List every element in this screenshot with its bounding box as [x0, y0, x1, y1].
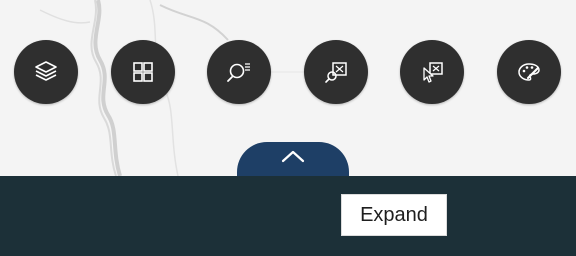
expand-tooltip: Expand — [341, 194, 447, 236]
chevron-up-icon — [281, 150, 305, 163]
select-cursor-icon — [423, 62, 443, 83]
search-button[interactable] — [207, 40, 271, 104]
query-map-button[interactable] — [304, 40, 368, 104]
palette-icon — [518, 63, 540, 81]
tooltip-text: Expand — [360, 203, 428, 226]
layers-icon — [35, 61, 57, 81]
search-list-icon — [227, 63, 250, 82]
grid-icon — [133, 62, 153, 82]
bottom-panel — [0, 176, 576, 256]
query-map-icon — [325, 62, 347, 83]
grid-view-button[interactable] — [111, 40, 175, 104]
expand-panel-tab[interactable] — [237, 142, 349, 176]
map-toolbar — [14, 40, 574, 104]
basemap-style-button[interactable] — [497, 40, 561, 104]
layers-button[interactable] — [14, 40, 78, 104]
select-on-map-button[interactable] — [400, 40, 464, 104]
